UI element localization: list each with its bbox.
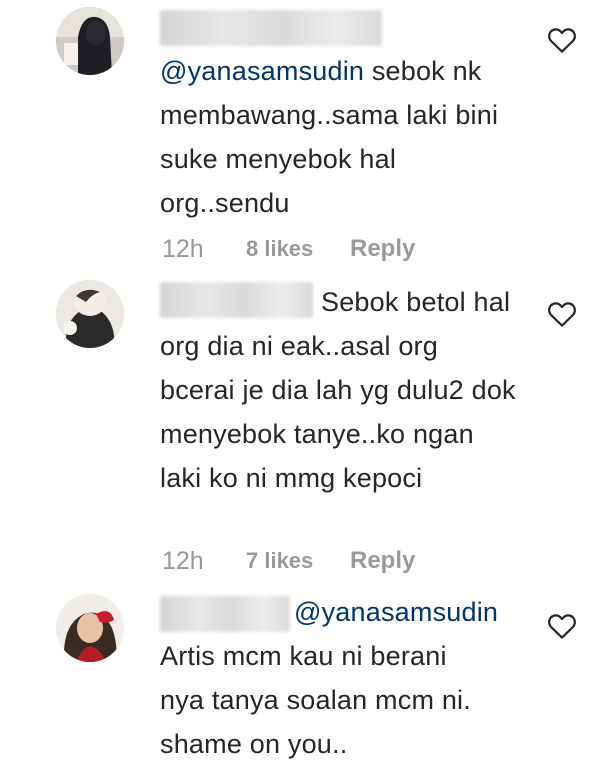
likes-count[interactable]: 8 likes: [246, 236, 350, 262]
heart-outline-icon: [548, 28, 576, 53]
comment-text: @yanasamsudin Artis mcm kau ni berani nya…: [160, 590, 530, 766]
timestamp: 12h: [162, 546, 204, 575]
likes-count[interactable]: 7 likes: [246, 548, 350, 574]
avatar-photo: [56, 7, 124, 75]
comment-body: Sebok betol hal org dia ni eak..asal org…: [160, 287, 516, 493]
comment-meta: 12h 7 likes Reply: [162, 541, 415, 581]
heart-outline-icon: [548, 302, 576, 327]
avatar[interactable]: [56, 594, 124, 662]
avatar-photo: [56, 594, 124, 662]
comment-meta: 12h 8 likes Reply: [162, 229, 415, 269]
like-button[interactable]: [547, 612, 577, 640]
avatar-photo: [56, 280, 124, 348]
comment-item: @yanasamsudin Artis mcm kau ni berani nya…: [0, 590, 600, 759]
like-button[interactable]: [547, 26, 577, 54]
avatar[interactable]: [56, 280, 124, 348]
timestamp: 12h: [162, 234, 204, 263]
mention-link[interactable]: @yanasamsudin: [160, 56, 364, 86]
blurred-username: [160, 10, 382, 46]
like-button[interactable]: [547, 300, 577, 328]
mention-line: @yanasamsudin: [160, 590, 530, 634]
reply-button[interactable]: Reply: [350, 235, 415, 263]
comment-text: @yanasamsudin sebok nk membawang..sama l…: [160, 49, 520, 225]
comment-body: Artis mcm kau ni berani nya tanya soalan…: [160, 641, 471, 759]
reply-button[interactable]: Reply: [350, 547, 415, 575]
comment-item: Sebok betol hal org dia ni eak..asal org…: [0, 280, 600, 590]
comment-item: @yanasamsudin sebok nk membawang..sama l…: [0, 0, 600, 280]
mention-link[interactable]: @yanasamsudin: [294, 597, 498, 627]
avatar[interactable]: [56, 7, 124, 75]
comment-text: Sebok betol hal org dia ni eak..asal org…: [160, 280, 520, 500]
heart-outline-icon: [548, 614, 576, 639]
